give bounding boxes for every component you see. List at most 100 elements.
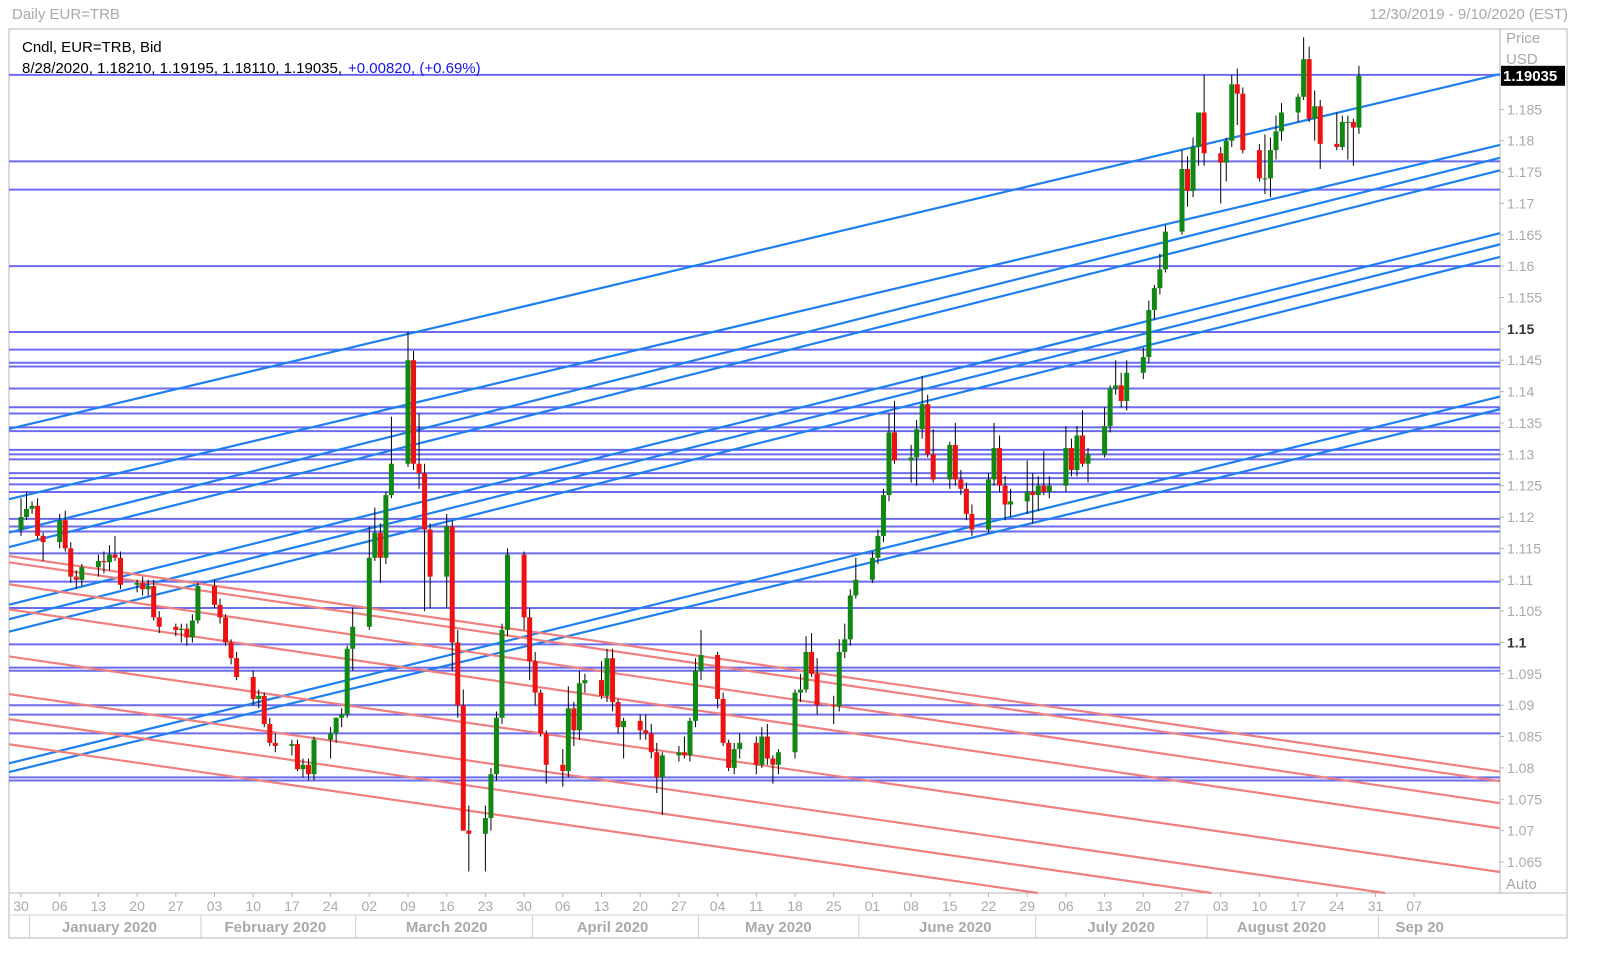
candle-down	[411, 350, 417, 470]
candle-body	[764, 736, 770, 759]
candle-body	[1107, 388, 1113, 427]
candle-body	[1267, 150, 1273, 179]
candle-body	[565, 708, 571, 772]
date-tick-label: 27	[1174, 898, 1190, 914]
price-tick-label: 1.085	[1507, 729, 1542, 745]
candle-body	[482, 818, 488, 834]
price-tick-label: 1.155	[1507, 290, 1542, 306]
candle-body	[1345, 121, 1351, 123]
candle-body	[488, 774, 494, 819]
date-tick-label: 20	[1136, 898, 1152, 914]
candle-body	[715, 655, 721, 699]
candle-up	[195, 582, 201, 624]
month-label: March 2020	[406, 919, 488, 936]
candle-body	[737, 742, 743, 750]
candle-body	[731, 749, 737, 768]
candle-body	[869, 557, 875, 580]
candle-body	[842, 639, 848, 652]
date-tick-label: 30	[516, 898, 532, 914]
candle-body	[560, 764, 566, 772]
last-price-label: 1.19035	[1503, 68, 1557, 85]
legend-values: 8/28/2020, 1.18210, 1.19195, 1.18110, 1.…	[22, 60, 481, 77]
candle-body	[681, 752, 687, 756]
candle-body	[234, 658, 240, 677]
date-tick-label: 20	[129, 898, 145, 914]
candle-body	[294, 744, 300, 770]
candle-up	[1146, 300, 1152, 364]
candle-body	[366, 557, 372, 627]
price-tick-label: 1.075	[1507, 791, 1542, 807]
candle-body	[455, 642, 461, 706]
candle-body	[250, 676, 256, 699]
date-tick-label: 13	[1097, 898, 1113, 914]
candle-body	[571, 708, 577, 731]
candle-body	[637, 720, 643, 731]
candle-body	[118, 557, 124, 585]
candle-body	[350, 626, 356, 649]
candle-body	[676, 752, 682, 756]
candle-body	[1035, 485, 1041, 496]
candle-body	[1157, 269, 1163, 289]
candle-body	[1234, 84, 1240, 94]
date-tick-label: 30	[13, 898, 29, 914]
candle-body	[1074, 435, 1080, 470]
candle-body	[1041, 485, 1047, 492]
candle-up	[344, 645, 350, 718]
price-tick-label: 1.1	[1507, 634, 1527, 650]
candle-up	[311, 736, 317, 781]
candle-up	[1229, 74, 1235, 147]
candle-body	[726, 742, 732, 768]
candle-down	[610, 648, 616, 712]
candle-body	[145, 586, 151, 590]
month-label: February 2020	[224, 919, 326, 936]
candle-body	[687, 720, 693, 756]
auto-scale-button[interactable]: Auto	[1506, 876, 1537, 893]
candle-body	[1218, 153, 1224, 163]
candle-body	[217, 604, 223, 618]
candle-down	[261, 692, 267, 728]
date-tick-label: 15	[942, 898, 958, 914]
candle-body	[947, 444, 953, 480]
date-tick-label: 18	[787, 898, 803, 914]
price-tick-label: 1.095	[1507, 666, 1542, 682]
date-tick-label: 06	[1058, 898, 1074, 914]
candle-body	[228, 642, 234, 659]
candle-body	[1229, 84, 1235, 141]
price-tick-label: 1.115	[1507, 540, 1541, 556]
candlestick-chart[interactable]: 1.065 1.07 1.075 1.08 1.085 1.09 1.095 1.1 1.105…	[0, 0, 1600, 958]
candle-body	[1085, 454, 1091, 464]
date-tick-label: 23	[478, 898, 494, 914]
candle-body	[405, 360, 411, 464]
candle-down	[294, 739, 300, 772]
candle-body	[1334, 143, 1340, 147]
candle-body	[1140, 357, 1146, 373]
candle-body	[958, 479, 964, 489]
date-tick-label: 24	[1329, 898, 1345, 914]
candle-body	[1068, 448, 1074, 470]
candle-body	[1002, 485, 1008, 505]
price-tick-label: 1.175	[1507, 164, 1542, 180]
candle-body	[344, 648, 350, 715]
candle-down	[455, 629, 461, 718]
date-tick-label: 29	[1019, 898, 1035, 914]
candle-body	[582, 680, 588, 684]
candle-body	[140, 582, 146, 590]
candle-body	[68, 548, 74, 577]
price-tick-label: 1.08	[1507, 760, 1534, 776]
legend-instrument: Cndl, EUR=TRB, Bid	[22, 39, 162, 56]
candle-body	[720, 698, 726, 743]
candle-body	[610, 658, 616, 703]
candle-body	[831, 705, 837, 707]
month-label: January 2020	[62, 919, 157, 936]
candle-body	[261, 695, 267, 725]
candle-body	[1350, 121, 1356, 128]
candle-body	[809, 651, 815, 674]
candle-body	[969, 513, 975, 530]
candle-body	[151, 586, 157, 618]
price-tick-label: 1.13	[1507, 446, 1534, 462]
candle-up	[687, 717, 693, 762]
candle-body	[532, 661, 538, 693]
price-tick-label: 1.14	[1507, 384, 1534, 400]
month-label: Sep 20	[1396, 919, 1444, 936]
date-tick-label: 20	[632, 898, 648, 914]
